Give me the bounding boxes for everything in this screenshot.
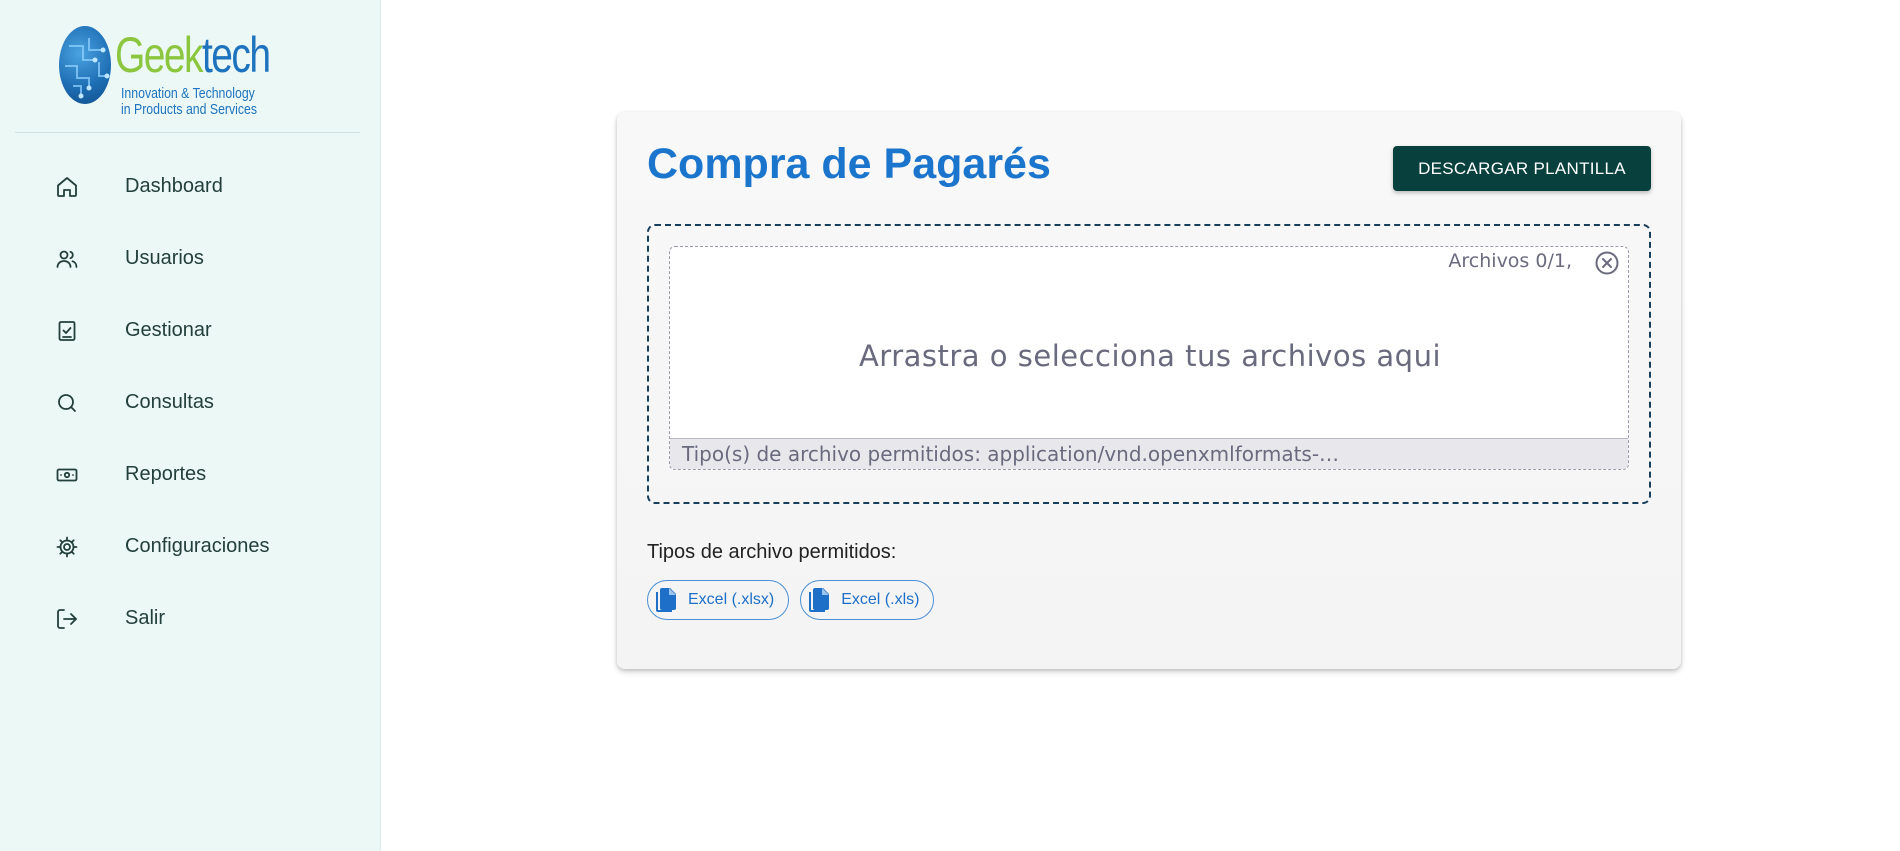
file-copy-icon xyxy=(809,588,830,612)
brand-wordmark: Geektech xyxy=(115,27,271,83)
sidebar-item-consultas[interactable]: Consultas xyxy=(0,366,381,438)
sidebar-item-label: Dashboard xyxy=(125,174,223,197)
brand-name-part1: Geek xyxy=(115,27,204,83)
banknote-icon xyxy=(56,468,78,482)
allowed-types-label: Tipos de archivo permitidos: xyxy=(647,541,897,563)
chip-label: Excel (.xlsx) xyxy=(688,591,775,608)
dropzone-prompt: Arrastra o selecciona tus archivos aqui xyxy=(858,339,1442,373)
upload-card: Compra de Pagarés DESCARGAR PLANTILLA Ar… xyxy=(617,112,1681,669)
sidebar-item-dashboard[interactable]: Dashboard xyxy=(0,150,381,222)
search-icon xyxy=(58,394,76,412)
brand-name-part2: tech xyxy=(201,27,271,83)
sidebar-item-label: Configuraciones xyxy=(125,534,270,557)
home-icon xyxy=(57,177,77,197)
allowed-types-bar: Tipo(s) de archivo permitidos: applicati… xyxy=(670,438,1628,469)
allowed-types-chips: Excel (.xlsx) Excel (.xls) xyxy=(647,580,935,620)
file-copy-icon xyxy=(656,588,676,612)
clipboard-check-icon xyxy=(58,321,76,341)
sidebar-item-usuarios[interactable]: Usuarios xyxy=(0,222,381,294)
chip-label: Excel (.xls) xyxy=(841,591,920,608)
brand-tagline-line1: Innovation & Technology xyxy=(121,85,255,102)
download-template-button[interactable]: DESCARGAR PLANTILLA xyxy=(1393,146,1651,191)
dropzone-frame: Archivos 0/1, Arrastra o selecciona tus … xyxy=(647,224,1651,504)
sidebar-item-configuraciones[interactable]: Configuraciones xyxy=(0,510,381,582)
geektech-logo[interactable]: Geektech Innovation & Technology in Prod… xyxy=(57,24,277,120)
sidebar-item-label: Consultas xyxy=(125,390,214,413)
chip-excel-xlsx[interactable]: Excel (.xlsx) xyxy=(647,580,790,620)
file-counter: Archivos 0/1, xyxy=(1448,250,1572,272)
brand-tagline-line2: in Products and Services xyxy=(121,101,258,118)
clear-files-icon[interactable] xyxy=(1594,250,1620,276)
page-title: Compra de Pagarés xyxy=(647,140,1051,188)
chip-excel-xls[interactable]: Excel (.xls) xyxy=(800,580,935,620)
sidebar-item-gestionar[interactable]: Gestionar xyxy=(0,294,381,366)
file-dropzone[interactable]: Archivos 0/1, Arrastra o selecciona tus … xyxy=(669,246,1629,470)
sidebar-item-reportes[interactable]: Reportes xyxy=(0,438,381,510)
logout-icon xyxy=(57,609,77,629)
gear-icon xyxy=(56,536,78,558)
sidebar-item-label: Salir xyxy=(125,606,166,629)
globe-circuit-icon xyxy=(59,26,111,104)
sidebar-item-salir[interactable]: Salir xyxy=(0,582,381,654)
sidebar: Geektech Innovation & Technology in Prod… xyxy=(0,0,381,851)
sidebar-nav: Dashboard Usuarios Gestionar Consultas R… xyxy=(0,150,381,654)
users-icon xyxy=(56,250,78,268)
sidebar-item-label: Gestionar xyxy=(125,318,212,341)
sidebar-item-label: Reportes xyxy=(125,462,207,485)
sidebar-item-label: Usuarios xyxy=(125,246,204,269)
sidebar-divider xyxy=(15,132,360,133)
